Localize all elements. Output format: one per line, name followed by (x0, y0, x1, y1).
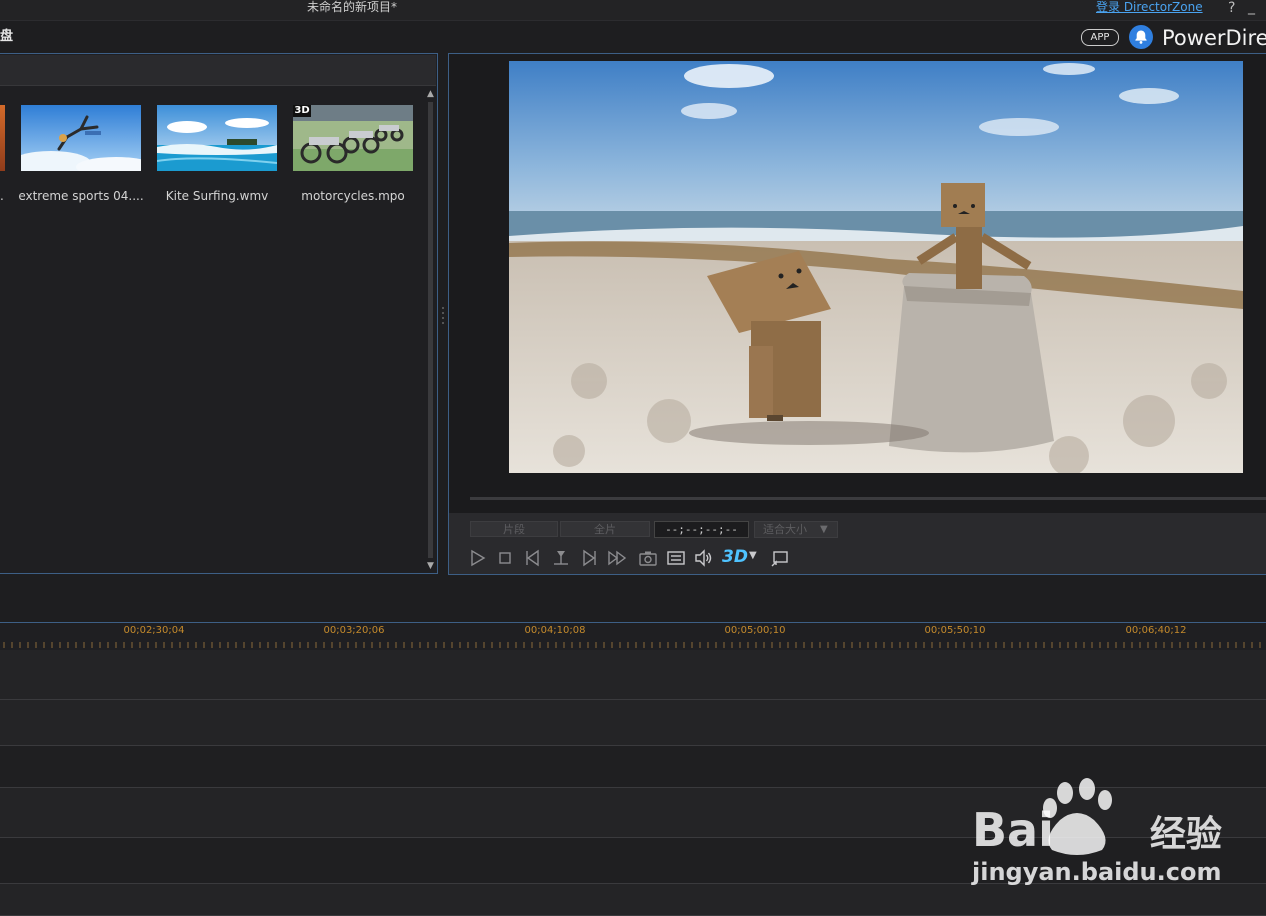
media-item-label: motorcycles.mpo (301, 189, 405, 203)
library-scrollbar[interactable] (428, 102, 433, 558)
directorzone-login-link[interactable]: 登录 DirectorZone (1096, 0, 1203, 16)
3d-dropdown-arrow-icon[interactable]: ▼ (749, 550, 757, 561)
ruler-ticks (3, 642, 1261, 648)
ruler-label: 00;03;20;06 (323, 625, 385, 636)
timecode-display[interactable]: --;--;--;-- (654, 521, 749, 538)
fast-forward-icon[interactable] (607, 548, 627, 568)
header-bar (0, 21, 1266, 53)
scroll-down-arrow-icon[interactable]: ▼ (426, 561, 435, 571)
thumbnail-kite-surfing[interactable] (157, 105, 277, 171)
movie-mode-button[interactable]: 全片 (560, 521, 650, 537)
timeline-track[interactable] (0, 700, 1266, 746)
preview-frame-beach-robots (509, 61, 1243, 473)
notification-bell-icon[interactable] (1129, 25, 1153, 49)
volume-icon[interactable] (693, 548, 713, 568)
next-frame-icon[interactable] (579, 548, 599, 568)
external-display-icon[interactable] (770, 548, 790, 568)
previous-frame-icon[interactable] (523, 548, 543, 568)
3d-badge: 3D (293, 105, 311, 117)
chevron-down-icon[interactable]: ▼ (820, 521, 832, 538)
app-button[interactable]: APP (1081, 29, 1119, 46)
partial-thumbnail[interactable] (0, 105, 5, 171)
partial-item-label: . (0, 189, 4, 203)
watermark-brand: Bai 经验 (972, 803, 1222, 857)
clip-mode-button[interactable]: 片段 (470, 521, 558, 537)
ruler-label: 00;04;10;08 (524, 625, 586, 636)
watermark-url: jingyan.baidu.com (972, 858, 1222, 886)
library-toolbar (0, 55, 436, 86)
subtitles-icon[interactable] (666, 548, 686, 568)
thumbnail-motorcycles[interactable] (293, 105, 413, 171)
brand-logo: PowerDirec (1162, 26, 1266, 50)
minimize-button[interactable]: _ (1248, 0, 1262, 16)
help-button[interactable]: ? (1228, 0, 1242, 16)
window-title: 未命名的新项目* (306, 0, 397, 14)
split-icon[interactable] (551, 548, 571, 568)
snapshot-camera-icon[interactable] (638, 548, 658, 568)
preview-scrub-bar[interactable] (470, 497, 1266, 500)
3d-mode-button[interactable]: 3D (722, 545, 748, 569)
panel-resize-handle[interactable] (441, 305, 445, 327)
stop-icon[interactable] (495, 548, 515, 568)
ruler-label: 00;02;30;04 (123, 625, 185, 636)
media-item-label: Kite Surfing.wmv (165, 189, 269, 203)
room-tab-label[interactable]: 盘 (0, 28, 13, 46)
media-item-label: extreme sports 04.... (18, 189, 144, 203)
timeline-toolbar (0, 575, 1266, 622)
timeline-track[interactable] (0, 650, 1266, 700)
ruler-label: 00;05;50;10 (924, 625, 986, 636)
scroll-up-arrow-icon[interactable]: ▲ (426, 89, 435, 99)
play-icon[interactable] (467, 548, 487, 568)
thumbnail-extreme-sports[interactable] (21, 105, 141, 171)
ruler-label: 00;06;40;12 (1125, 625, 1187, 636)
ruler-label: 00;05;00;10 (724, 625, 786, 636)
